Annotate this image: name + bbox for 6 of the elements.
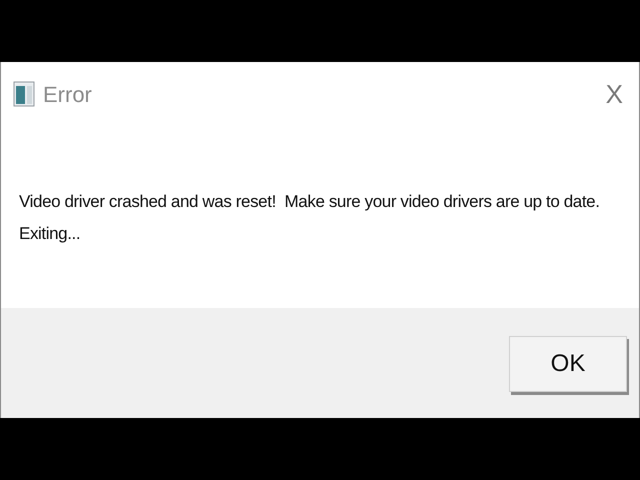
message-text: Exiting... xyxy=(19,223,80,245)
ok-button[interactable]: OK xyxy=(509,336,627,392)
close-button[interactable]: X xyxy=(602,74,627,114)
app-window-icon xyxy=(13,81,35,107)
message-text: Video driver crashed and was reset! Make sure your video drivers are up to date. xyxy=(19,191,600,213)
window-title: Error xyxy=(43,80,92,108)
